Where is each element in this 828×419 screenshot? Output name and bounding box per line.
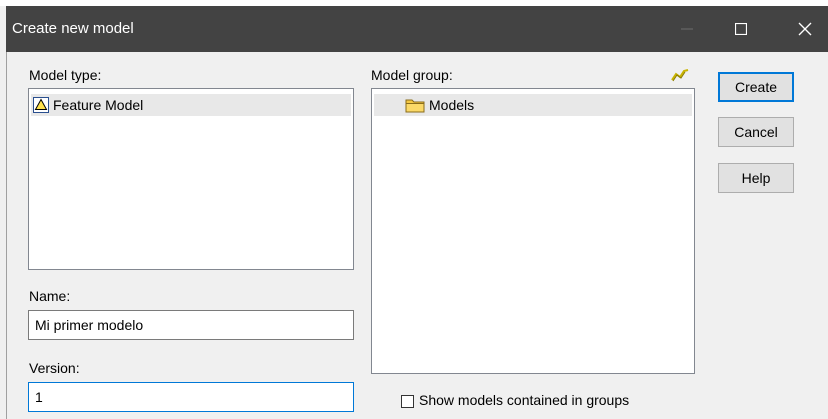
show-models-checkbox[interactable] — [401, 395, 414, 408]
list-item-models[interactable]: Models — [374, 94, 692, 116]
model-group-label: Model group: — [371, 67, 453, 83]
help-button[interactable]: Help — [718, 163, 794, 193]
list-item-label: Feature Model — [53, 97, 144, 113]
list-item-label: Models — [429, 97, 475, 113]
title-bar[interactable]: Create new model — [6, 6, 828, 52]
version-label: Version: — [29, 360, 80, 376]
maximize-icon — [735, 23, 747, 35]
minimize-icon — [681, 28, 693, 30]
window-title: Create new model — [12, 20, 134, 37]
minimize-button[interactable] — [664, 6, 710, 52]
feature-model-icon — [33, 97, 49, 113]
dialog-body: Model type: Feature Model Model group: M… — [6, 52, 828, 419]
folder-icon — [405, 97, 425, 113]
maximize-button[interactable] — [718, 6, 764, 52]
list-item-feature-model[interactable]: Feature Model — [31, 94, 351, 116]
cancel-button[interactable]: Cancel — [718, 117, 794, 147]
close-button[interactable] — [782, 6, 828, 52]
model-type-list[interactable]: Feature Model — [28, 88, 354, 270]
name-label: Name: — [29, 288, 71, 304]
show-models-label: Show models contained in groups — [419, 392, 630, 408]
close-icon — [798, 22, 812, 36]
create-button[interactable]: Create — [718, 72, 794, 102]
model-type-label: Model type: — [29, 67, 102, 83]
model-group-list[interactable]: Models — [371, 88, 695, 374]
version-field[interactable] — [28, 382, 354, 412]
name-field[interactable] — [28, 310, 354, 340]
pin-icon[interactable] — [671, 68, 689, 82]
